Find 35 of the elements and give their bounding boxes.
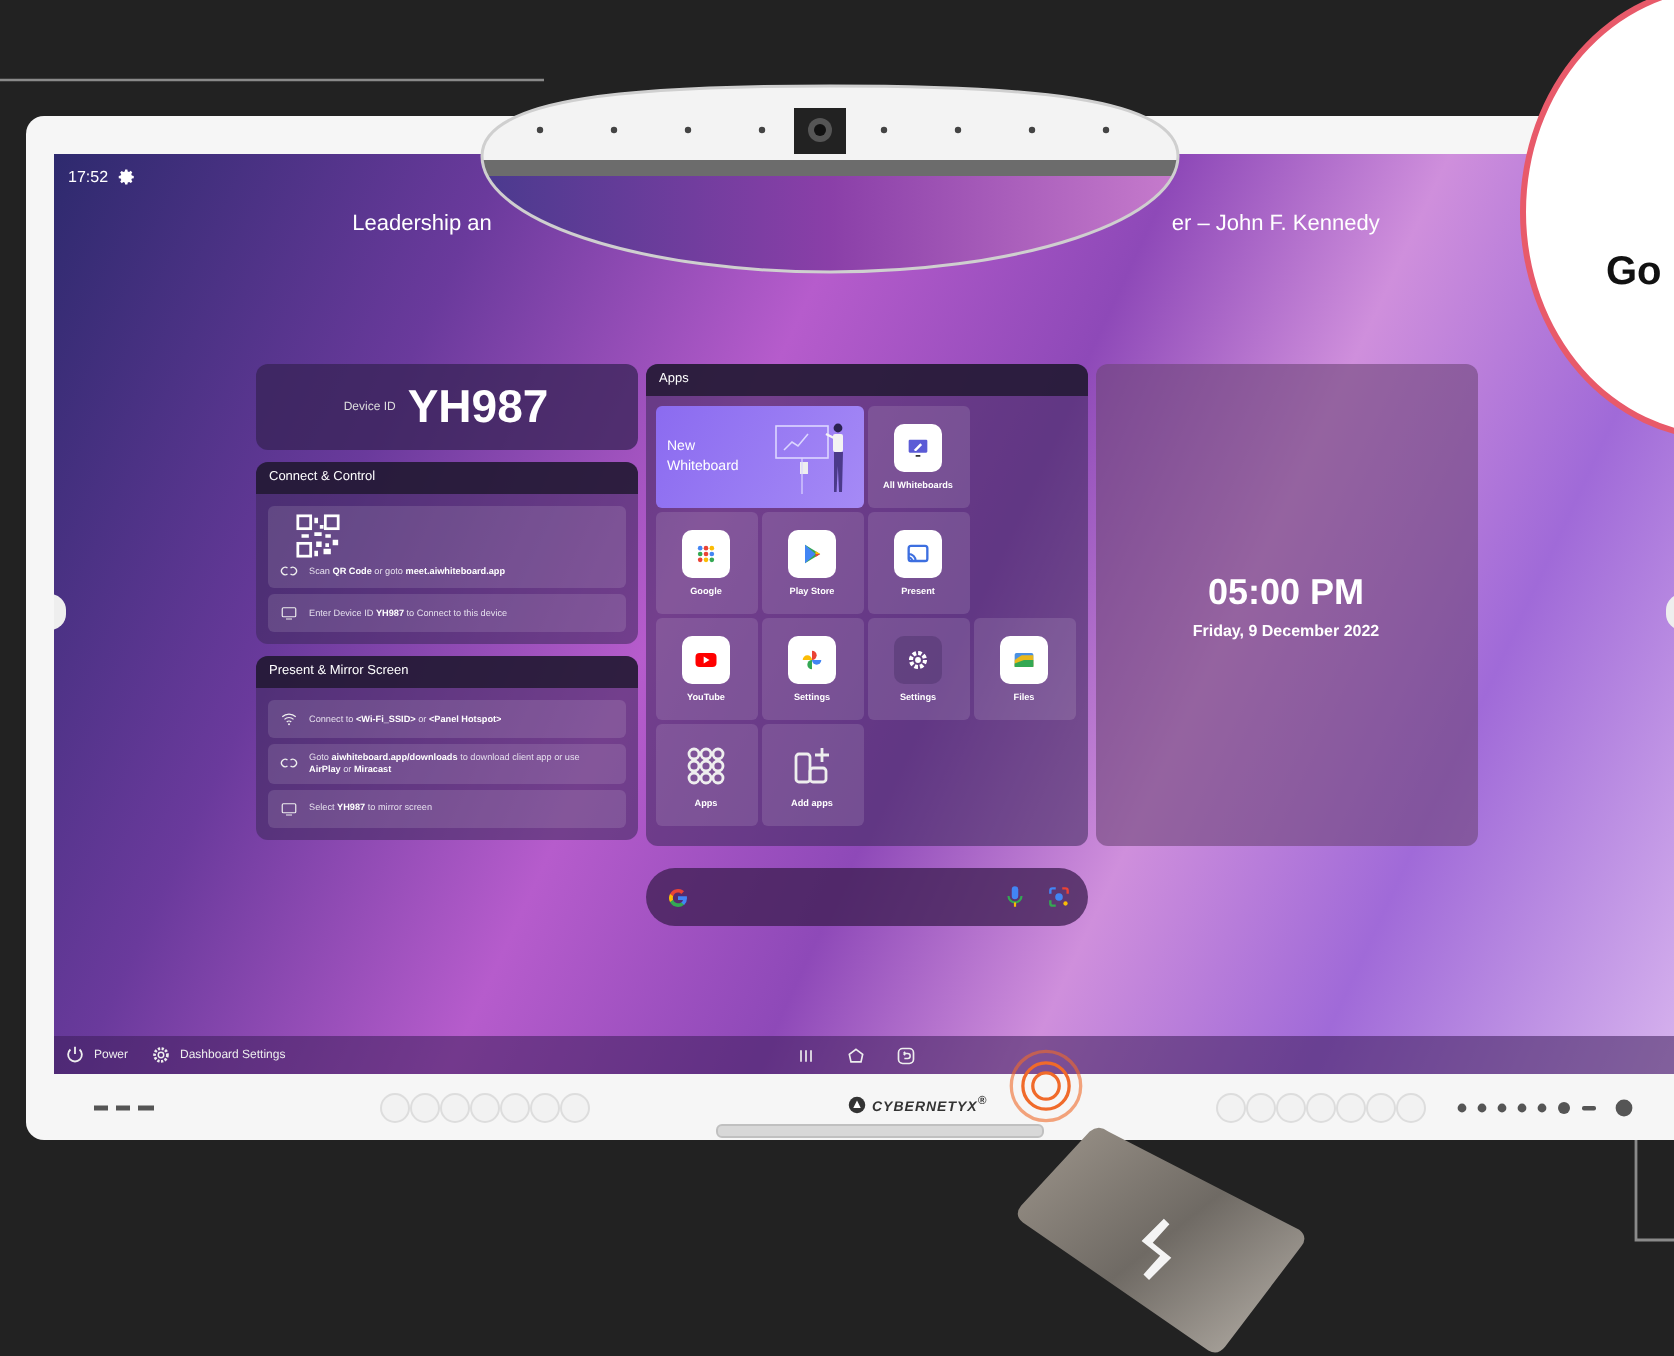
- side-tab[interactable]: [54, 594, 66, 630]
- app-grid-icon: [682, 742, 730, 790]
- leader-line: [1634, 1140, 1674, 1244]
- settings-icon: [150, 1044, 173, 1066]
- settings-icon[interactable]: [118, 167, 137, 185]
- logo-mark-icon: [848, 1095, 866, 1114]
- app-folder-icon: [692, 540, 720, 568]
- microphone-icon[interactable]: [1003, 884, 1025, 910]
- device-id: YH987: [407, 380, 549, 434]
- cast-icon: [904, 540, 932, 568]
- search-bar[interactable]: [645, 868, 1087, 926]
- qr-code-icon: [295, 514, 339, 558]
- quote-text: er – John F. Kennedy: [1171, 212, 1380, 236]
- wifi-icon: [279, 710, 297, 728]
- indicator-dashes-icon: [94, 1103, 154, 1111]
- callout-text: Go: [1606, 250, 1662, 296]
- nfc-signal-icon: [1008, 1048, 1084, 1124]
- link-icon: [279, 754, 297, 773]
- settings-icon: [904, 646, 932, 674]
- camera-lens-icon[interactable]: [1045, 884, 1071, 910]
- monitor-icon: [279, 604, 297, 622]
- link-icon: [279, 562, 297, 580]
- monitor-icon: [279, 799, 297, 818]
- back-icon[interactable]: [896, 1046, 916, 1066]
- clock-time: 05:00 PM: [1207, 571, 1365, 613]
- power-icon: [64, 1044, 86, 1066]
- recent-apps-icon[interactable]: [796, 1046, 816, 1066]
- pinwheel-icon: [798, 646, 826, 674]
- monitor-icon: [904, 434, 932, 462]
- google-logo-icon[interactable]: [665, 885, 689, 909]
- quote-text: Leadership an: [352, 212, 492, 236]
- home-icon[interactable]: [846, 1046, 866, 1066]
- button-row-icon: [1456, 1097, 1636, 1117]
- clock-date: Friday, 9 December 2022: [1192, 621, 1380, 639]
- status-time: 17:52: [68, 167, 109, 185]
